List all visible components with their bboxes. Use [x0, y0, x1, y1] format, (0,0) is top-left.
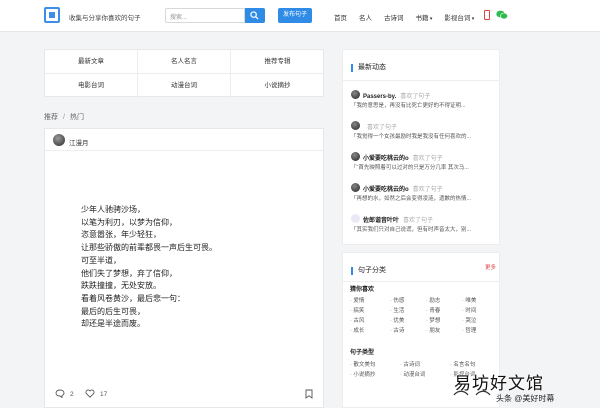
post-body: 少年人驰骋沙场， 以笔为利刃，以梦为信仰， 恣意嚣张，年少轻狂， 让那些骄傲的前…: [81, 204, 281, 331]
poem-line: 最后的后生可畏，: [81, 306, 145, 316]
bookmark-button[interactable]: [305, 389, 318, 399]
wechat-icon[interactable]: [496, 10, 508, 20]
user-avatar[interactable]: [351, 121, 360, 130]
user-avatar[interactable]: [351, 90, 360, 99]
tag-item[interactable]: 伤感: [390, 296, 404, 304]
poem-line: 少年人驰骋沙场，: [81, 205, 145, 214]
watermark: 易坊好文馆 头条 @美好时幕: [442, 366, 600, 408]
activity-verb: 喜欢了句子: [412, 156, 443, 162]
search-button[interactable]: [245, 8, 265, 23]
activity-text[interactable]: 「我觉得一个女孩最励时我是我没有任何喜欢的...: [351, 132, 496, 140]
activity-verb: 喜欢了句子: [367, 125, 398, 131]
tag-item[interactable]: 古诗: [390, 326, 404, 334]
tag-item[interactable]: 青春: [426, 306, 440, 314]
publish-button[interactable]: 发布句子: [278, 8, 312, 23]
poem-line: 跌跌撞撞，无处安放。: [81, 281, 161, 291]
user-avatar[interactable]: [351, 152, 360, 161]
breadcrumb: 推荐 / 热门: [44, 114, 84, 121]
tag-item[interactable]: 哭泣: [462, 316, 476, 324]
category-anime-lines[interactable]: 动漫台词: [138, 74, 231, 98]
poem-line: 让那些骄傲的前辈都畏一声后生可畏。: [81, 243, 217, 253]
search-input[interactable]: 搜索...: [165, 8, 245, 23]
activity-text[interactable]: 「我的意思是，再没有比死亡更好的不得证明...: [351, 101, 496, 109]
poem-line: 可至半道，: [81, 255, 121, 265]
poem-line: 恣意嚣张，年少轻狂，: [81, 230, 161, 240]
tag-item[interactable]: 优美: [390, 316, 404, 324]
activity-title: 最新动态: [351, 64, 386, 72]
comment-button[interactable]: 2: [55, 389, 74, 399]
tag-item[interactable]: 搞笑: [350, 306, 364, 314]
divider: [343, 80, 499, 81]
activity-verb: 喜欢了句子: [400, 94, 431, 100]
activity-verb: 喜欢了句子: [412, 187, 443, 193]
poem-line: 以笔为利刃，以梦为信仰，: [81, 217, 177, 227]
tag-item[interactable]: 动漫台词: [400, 370, 425, 378]
category-featured-albums[interactable]: 推荐专辑: [231, 50, 324, 74]
poem-line: 却还是半途而废。: [81, 319, 145, 329]
post-actions: 2 17: [55, 389, 317, 401]
category-grid: 最新文章 名人名言 推荐专辑 电影台词 动漫台词 小说摘抄: [44, 49, 324, 98]
category-latest[interactable]: 最新文章: [45, 50, 138, 74]
activity-text[interactable]: 「再想的水，如然之后会变得凌涟，遗歉的热情...: [351, 194, 496, 202]
activity-panel: 最新动态 Passers-by. 喜欢了句子 「我的意思是，再没有比死亡更好的不得…: [342, 49, 500, 245]
activity-user[interactable]: 佐郎谐音叶叶: [363, 218, 399, 224]
mood-subheading: 猜你喜欢: [350, 287, 375, 293]
tag-item[interactable]: 哲理: [462, 326, 476, 334]
nav-item-film-lines[interactable]: 影视台词: [444, 12, 474, 22]
user-avatar[interactable]: [351, 183, 360, 192]
top-navbar: 收集与分享你喜欢的句子 搜索... 发布句子 首页 名人 古诗词 书籍 影视台词: [0, 0, 600, 32]
post-card: 江漫月 少年人驰骋沙场， 以笔为利刃，以梦为信仰， 恣意嚣张，年少轻狂， 让那些…: [44, 128, 324, 408]
category-movie-lines[interactable]: 电影台词: [45, 74, 138, 98]
activity-user[interactable]: Passers-by.: [363, 94, 396, 100]
watermark-logo-icon: [453, 390, 491, 396]
tag-item[interactable]: 生活: [390, 306, 404, 314]
watermark-caption: 头条 @美好时幕: [496, 394, 555, 403]
tag-item[interactable]: 励志: [426, 296, 440, 304]
category-novel-excerpts[interactable]: 小说摘抄: [231, 74, 324, 98]
mobile-icon[interactable]: [484, 10, 490, 20]
site-logo[interactable]: [44, 7, 60, 23]
breadcrumb-root[interactable]: 推荐: [44, 114, 58, 121]
tag-item[interactable]: 梦想: [426, 316, 440, 324]
nav-item-poetry[interactable]: 古诗词: [384, 12, 404, 22]
bookmark-icon: [305, 389, 313, 399]
tag-item[interactable]: 小说摘抄: [350, 370, 375, 378]
user-avatar[interactable]: [351, 214, 360, 223]
category-famous-quotes[interactable]: 名人名言: [138, 50, 231, 74]
tag-item[interactable]: 朋友: [426, 326, 440, 334]
nav-item-celebrity[interactable]: 名人: [359, 12, 372, 22]
poem-line: 看着风卷黄沙，最后悲一句：: [81, 293, 185, 303]
tag-item[interactable]: 时间: [462, 306, 476, 314]
breadcrumb-current: 热门: [69, 114, 84, 121]
activity-text[interactable]: 「其实我们只对自己说谎，但有时声音太大，别...: [351, 225, 496, 233]
activity-user[interactable]: 小爱要吃桃云的o: [363, 187, 409, 193]
like-count: 17: [100, 391, 108, 398]
nav-item-books[interactable]: 书籍: [416, 12, 433, 22]
poem-line: 他们失了梦想，弃了信仰，: [81, 268, 177, 278]
activity-text[interactable]: 「“首先映照着可以过对的只是万分几率 其次马...: [351, 163, 496, 171]
category-panel-title: 句子分类: [351, 267, 386, 275]
search-icon: [250, 11, 259, 20]
comment-icon: [55, 389, 65, 399]
tag-item[interactable]: 古风: [350, 316, 364, 324]
tag-item[interactable]: 古诗词: [400, 360, 420, 368]
post-header: 江漫月: [45, 129, 323, 151]
tag-item[interactable]: 唯美: [462, 296, 476, 304]
tag-item[interactable]: 成长: [350, 326, 364, 334]
heart-icon: [85, 389, 95, 398]
site-tagline: 收集与分享你喜欢的句子: [69, 15, 141, 22]
nav-item-home[interactable]: 首页: [334, 12, 347, 22]
tag-item[interactable]: 散文美句: [350, 360, 375, 368]
author-name[interactable]: 江漫月: [69, 137, 89, 147]
main-nav: 首页 名人 古诗词 书籍 影视台词: [334, 12, 474, 22]
like-button[interactable]: 17: [85, 389, 107, 398]
author-avatar[interactable]: [53, 134, 65, 146]
type-subheading: 句子类型: [350, 350, 375, 356]
divider: [343, 281, 499, 282]
more-link[interactable]: 更多: [485, 263, 496, 271]
comment-count: 2: [70, 391, 74, 398]
activity-user[interactable]: 小爱要吃桃云的o: [363, 156, 409, 162]
tag-item[interactable]: 爱情: [350, 296, 364, 304]
activity-verb: 喜欢了句子: [403, 218, 434, 224]
